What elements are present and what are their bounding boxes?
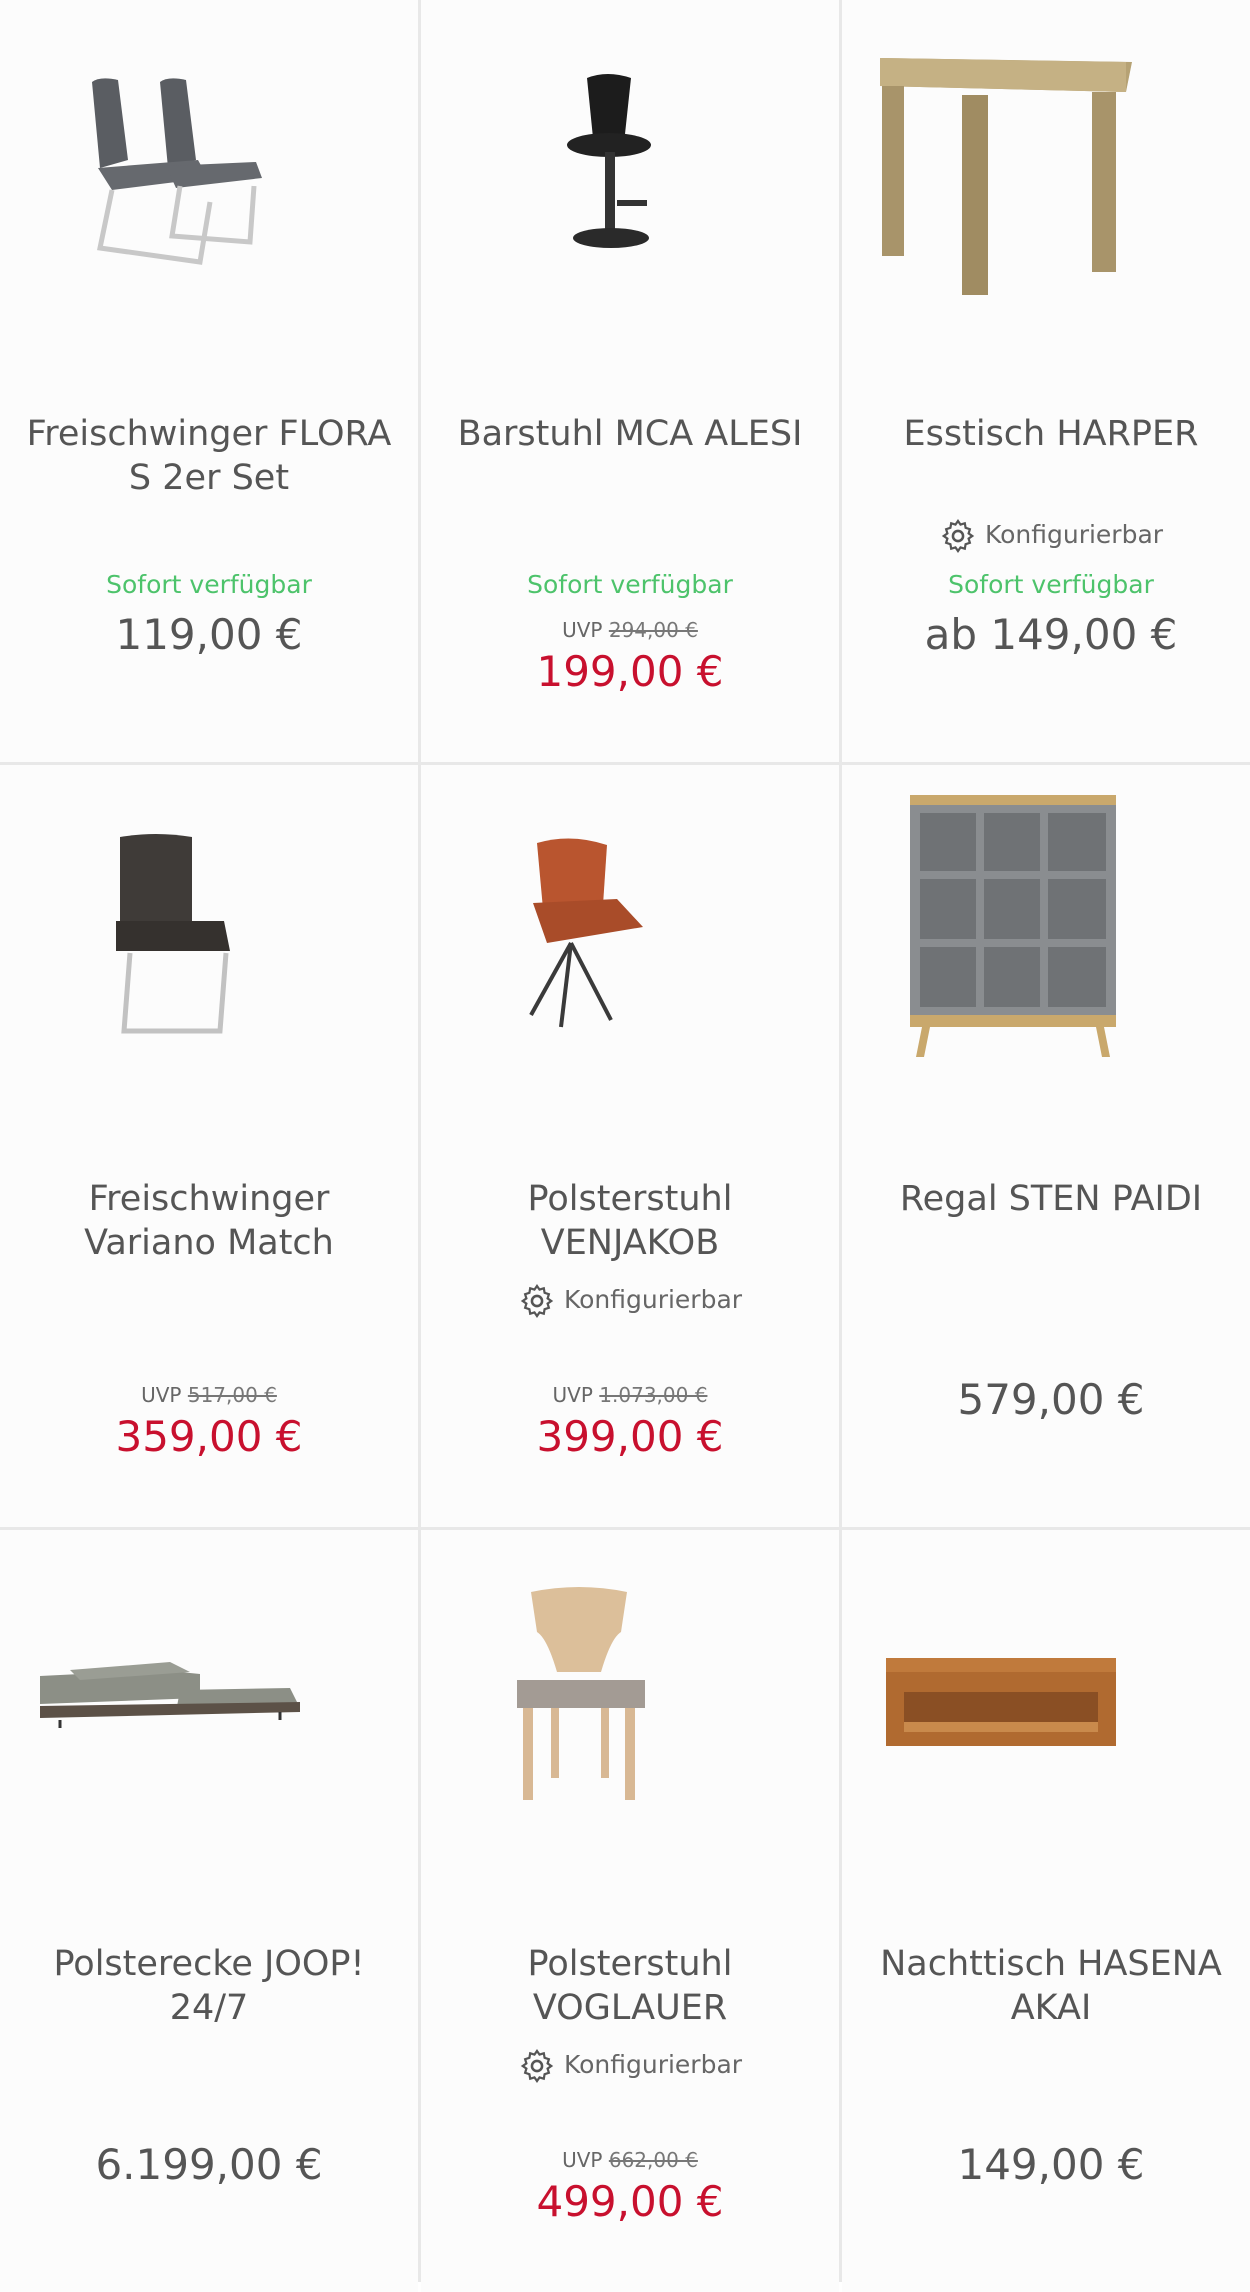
configurable-badge: Konfigurierbar (842, 515, 1250, 555)
sale-price: 399,00 € (536, 1412, 724, 1461)
bar-stool-image[interactable] (421, 0, 839, 360)
product-title[interactable]: Nachttisch HASENA AKAI (862, 1942, 1240, 2030)
gear-icon (941, 519, 975, 553)
product-price: 119,00 € (115, 610, 303, 659)
sofa-image[interactable] (0, 1530, 418, 1890)
product-title[interactable]: Polsterstuhl VENJAKOB (441, 1177, 819, 1265)
sale-price: 199,00 € (536, 647, 724, 696)
product-price: ab 149,00 € (924, 610, 1178, 659)
nightstand-image[interactable] (842, 1530, 1250, 1890)
product-title[interactable]: Barstuhl MCA ALESI (441, 412, 819, 456)
product-card[interactable]: Freischwinger Variano Match UVP 517,00 €… (0, 765, 418, 1527)
wooden-chair-image[interactable] (421, 1530, 839, 1890)
grid-divider (0, 1527, 1250, 1530)
product-grid: Freischwinger FLORA S 2er Set Sofort ver… (0, 0, 1250, 2292)
product-price: 149,00 € (957, 2140, 1145, 2189)
uvp-price: UVP 662,00 € (562, 2148, 698, 2172)
product-title[interactable]: Polsterecke JOOP! 24/7 (20, 1942, 398, 2030)
sale-price: 499,00 € (536, 2177, 724, 2226)
product-title[interactable]: Polsterstuhl VOGLAUER (441, 1942, 819, 2030)
product-card[interactable]: Freischwinger FLORA S 2er Set Sofort ver… (0, 0, 418, 762)
shelf-image[interactable] (842, 765, 1250, 1125)
product-title[interactable]: Freischwinger FLORA S 2er Set (20, 412, 398, 500)
uvp-price: UVP 294,00 € (562, 618, 698, 642)
chair-pair-image[interactable] (0, 0, 418, 360)
configurable-label: Konfigurierbar (563, 1285, 743, 1314)
product-price: 579,00 € (957, 1375, 1145, 1424)
gear-icon (520, 2049, 554, 2083)
uvp-price: UVP 517,00 € (141, 1383, 277, 1407)
uvp-price: UVP 1.073,00 € (552, 1383, 708, 1407)
availability-label: Sofort verfügbar (106, 570, 312, 599)
product-card[interactable]: Polsterstuhl VOGLAUER Konfigurierbar UVP… (421, 1530, 839, 2292)
grid-divider (0, 762, 1250, 765)
product-card[interactable]: Esstisch HARPER Konfigurierbar Sofort ve… (842, 0, 1250, 762)
product-title[interactable]: Freischwinger Variano Match (20, 1177, 398, 1265)
grid-divider (839, 0, 842, 2282)
cantilever-chair-image[interactable] (0, 765, 418, 1125)
product-card[interactable]: Regal STEN PAIDI 579,00 € (842, 765, 1250, 1527)
product-card[interactable]: Barstuhl MCA ALESI Sofort verfügbar UVP … (421, 0, 839, 762)
availability-label: Sofort verfügbar (527, 570, 733, 599)
gear-icon (520, 1284, 554, 1318)
table-image[interactable] (842, 0, 1250, 360)
product-card[interactable]: Nachttisch HASENA AKAI 149,00 € (842, 1530, 1250, 2292)
sale-price: 359,00 € (115, 1412, 303, 1461)
availability-label: Sofort verfügbar (948, 570, 1154, 599)
configurable-badge: Konfigurierbar (421, 1280, 839, 1320)
product-price: 6.199,00 € (95, 2140, 323, 2189)
upholstered-chair-image[interactable] (421, 765, 839, 1125)
configurable-badge: Konfigurierbar (421, 2045, 839, 2085)
product-card[interactable]: Polsterstuhl VENJAKOB Konfigurierbar UVP… (421, 765, 839, 1527)
configurable-label: Konfigurierbar (563, 2050, 743, 2079)
product-title[interactable]: Esstisch HARPER (862, 412, 1240, 456)
product-title[interactable]: Regal STEN PAIDI (862, 1177, 1240, 1221)
configurable-label: Konfigurierbar (984, 520, 1164, 549)
product-card[interactable]: Polsterecke JOOP! 24/7 6.199,00 € (0, 1530, 418, 2292)
grid-divider (418, 0, 421, 2282)
